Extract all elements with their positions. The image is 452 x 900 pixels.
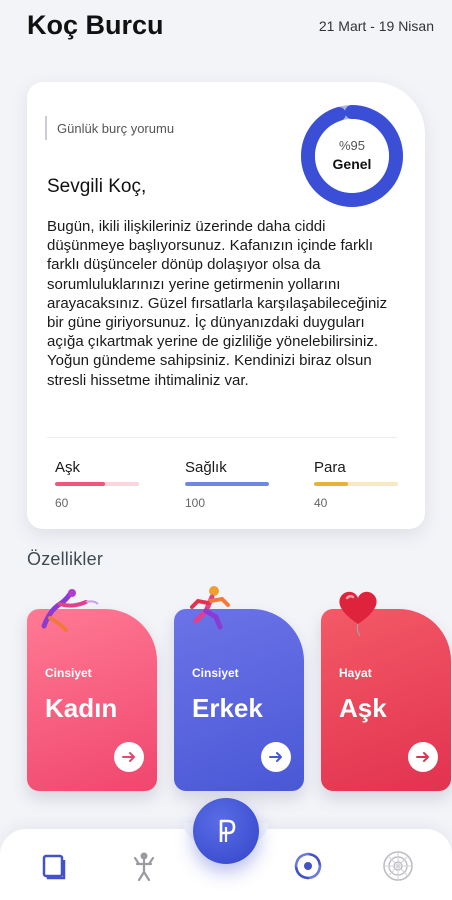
feature-card-value: Aşk: [339, 693, 387, 723]
feature-card-category: Hayat: [339, 666, 372, 680]
stat-love-value: 60: [55, 496, 69, 510]
features-title: Özellikler: [27, 549, 104, 569]
nav-zodiac[interactable]: [128, 850, 160, 882]
greeting: Sevgili Koç,: [47, 176, 147, 197]
overall-score-ring: %95 Genel: [300, 104, 404, 208]
horoscope-text: Bugün, ikili ilişkileriniz üzerinde daha…: [47, 218, 388, 389]
date-range: 21 Mart - 19 Nisan: [318, 18, 434, 34]
arrow-right-icon: [122, 752, 135, 762]
stat-money-label: Para: [314, 459, 346, 476]
book-icon: [42, 854, 66, 880]
feature-card-category: Cinsiyet: [45, 666, 92, 680]
heart-balloon-icon: [334, 586, 382, 641]
daily-horoscope-card: Günlük burç yorumu %95 Genel Sevgili Koç…: [27, 82, 425, 529]
feature-card-category: Cinsiyet: [192, 666, 239, 680]
feature-card-gender-male[interactable]: Cinsiyet Erkek: [174, 609, 304, 791]
stat-love: Aşk 60: [55, 459, 145, 510]
stat-love-bar: [55, 482, 139, 486]
overall-percent: %95: [338, 138, 366, 153]
feature-card-value: Kadın: [45, 693, 118, 723]
stat-health: Sağlık 100: [185, 459, 275, 510]
arrow-right-button[interactable]: [114, 742, 144, 772]
mandala-icon: [383, 851, 413, 881]
logo-p-icon: [219, 819, 236, 842]
nav-vortex[interactable]: [292, 850, 324, 882]
arrow-right-button[interactable]: [408, 742, 438, 772]
divider: [47, 437, 397, 438]
center-logo-button[interactable]: [193, 798, 259, 864]
feature-card-value: Erkek: [192, 693, 263, 723]
arrow-right-button[interactable]: [261, 742, 291, 772]
card-subtitle: Günlük burç yorumu: [57, 120, 175, 136]
vortex-icon: [294, 852, 322, 880]
stat-money-bar: [314, 482, 398, 486]
stat-money: Para 40: [314, 459, 404, 510]
runner-icon: [186, 585, 232, 636]
nav-book[interactable]: [38, 850, 70, 882]
arrow-right-icon: [269, 752, 282, 762]
header: Koç Burcu 21 Mart - 19 Nisan: [0, 0, 452, 60]
page-title: Koç Burcu: [27, 10, 164, 40]
overall-label: Genel: [332, 156, 372, 172]
zodiac-figure-icon: [133, 852, 155, 882]
stat-love-label: Aşk: [55, 459, 81, 476]
nav-mandala[interactable]: [382, 850, 414, 882]
arrow-right-icon: [416, 752, 429, 762]
stat-health-bar: [185, 482, 269, 486]
subtitle-wrap: Günlük burç yorumu: [45, 116, 174, 140]
stat-health-label: Sağlık: [185, 459, 227, 476]
stat-money-value: 40: [314, 496, 328, 510]
stat-health-value: 100: [185, 496, 206, 510]
dancer-icon: [36, 588, 100, 639]
